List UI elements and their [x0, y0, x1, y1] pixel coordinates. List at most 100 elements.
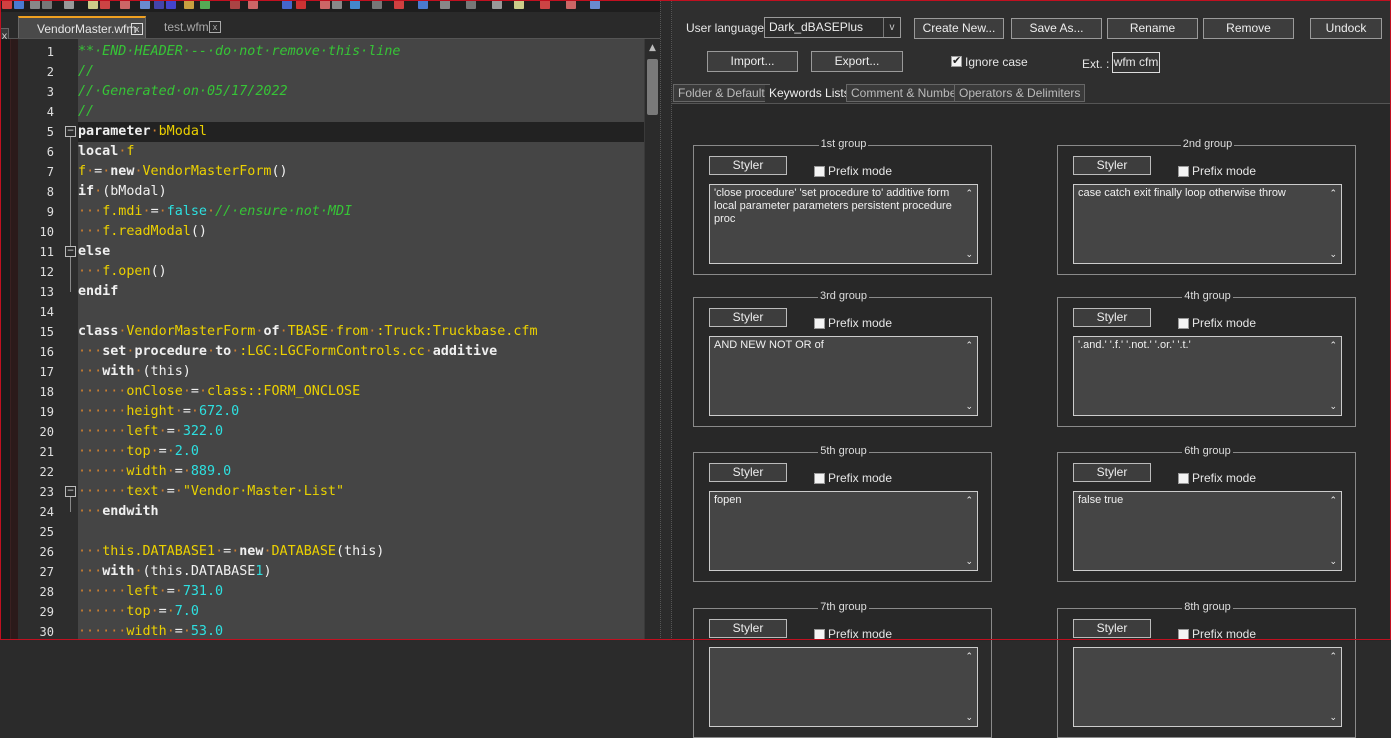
code-line[interactable]: ···with·(this) [78, 362, 644, 382]
toolbar-button-icon[interactable] [14, 0, 24, 9]
create-new-button[interactable]: Create New... [914, 18, 1004, 39]
toolbar-button-icon[interactable] [2, 0, 12, 9]
prefix-mode-checkbox[interactable] [1178, 166, 1189, 177]
code-line[interactable]: ······height·=·672.0 [78, 402, 644, 422]
code-line[interactable]: ······text·=·"Vendor·Master·List" [78, 482, 644, 502]
scroll-down-icon[interactable]: ⌄ [965, 711, 973, 724]
toolbar-button-icon[interactable] [332, 0, 342, 9]
keywords-textarea[interactable]: case catch exit finally loop otherwise t… [1073, 184, 1342, 264]
code-line[interactable]: ···endwith [78, 502, 644, 522]
keywords-textarea[interactable]: ⌃ ⌄ [709, 647, 978, 727]
scroll-down-icon[interactable]: ⌄ [965, 248, 973, 261]
code-line[interactable]: ···f.mdi·=·false·//·ensure·not·MDI [78, 202, 644, 222]
save-as-button[interactable]: Save As... [1011, 18, 1102, 39]
code-line[interactable]: //·Generated·on·05/17/2022 [78, 82, 644, 102]
styler-button[interactable]: Styler [709, 308, 787, 327]
code-line[interactable] [78, 522, 644, 542]
toolbar-button-icon[interactable] [296, 0, 306, 9]
scroll-down-icon[interactable]: ⌄ [1329, 555, 1337, 568]
styler-button[interactable]: Styler [1073, 619, 1151, 638]
prefix-mode-checkbox[interactable] [1178, 629, 1189, 640]
toolbar-button-icon[interactable] [350, 0, 360, 9]
code-line[interactable]: else [78, 242, 644, 262]
code-line[interactable]: parameter·bModal [78, 122, 644, 142]
remove-button[interactable]: Remove [1203, 18, 1294, 39]
code-line[interactable]: local·f [78, 142, 644, 162]
scroll-up-icon[interactable]: ⌃ [965, 339, 973, 352]
code-line[interactable]: ······top·=·7.0 [78, 602, 644, 622]
scroll-up-icon[interactable]: ⌃ [1329, 494, 1337, 507]
prefix-mode-checkbox[interactable] [1178, 318, 1189, 329]
code-line[interactable]: endif [78, 282, 644, 302]
scroll-up-icon[interactable]: ⌃ [1329, 187, 1337, 200]
vertical-scrollbar[interactable]: ▲ [644, 39, 661, 640]
keywords-textarea[interactable]: 'close procedure' 'set procedure to' add… [709, 184, 978, 264]
toolbar-button-icon[interactable] [140, 0, 150, 9]
toolbar-button-icon[interactable] [166, 0, 176, 9]
keywords-textarea[interactable]: ⌃ ⌄ [1073, 647, 1342, 727]
code-line[interactable]: // [78, 62, 644, 82]
styler-button[interactable]: Styler [709, 463, 787, 482]
scroll-down-icon[interactable]: ⌄ [965, 555, 973, 568]
toolbar-button-icon[interactable] [88, 0, 98, 9]
tab-close-icon[interactable]: x [131, 23, 143, 35]
code-line[interactable]: **·END·HEADER·--·do·not·remove·this·line [78, 42, 644, 62]
toolbar-button-icon[interactable] [540, 0, 550, 9]
code-line[interactable]: ···set·procedure·to·:LGC:LGCFormControls… [78, 342, 644, 362]
code-line[interactable]: ······onClose·=·class::FORM_ONCLOSE [78, 382, 644, 402]
toolbar-button-icon[interactable] [154, 0, 164, 9]
scroll-thumb[interactable] [647, 59, 658, 115]
toolbar-button-icon[interactable] [42, 0, 52, 9]
toolbar-button-icon[interactable] [184, 0, 194, 9]
toolbar-button-icon[interactable] [248, 0, 258, 9]
toolbar-button-icon[interactable] [230, 0, 240, 9]
toolbar-button-icon[interactable] [394, 0, 404, 9]
scroll-up-icon[interactable]: ⌃ [965, 494, 973, 507]
code-line[interactable]: ······left·=·731.0 [78, 582, 644, 602]
toolbar-button-icon[interactable] [200, 0, 210, 9]
code-line[interactable]: ···this.DATABASE1·=·new·DATABASE(this) [78, 542, 644, 562]
styler-button[interactable]: Styler [709, 156, 787, 175]
toolbar-button-icon[interactable] [64, 0, 74, 9]
user-language-select[interactable]: Dark_dBASEPlus v [764, 17, 901, 38]
toolbar-button-icon[interactable] [320, 0, 330, 9]
scroll-up-icon[interactable]: ⌃ [1329, 650, 1337, 663]
toolbar-button-icon[interactable] [30, 0, 40, 9]
fold-toggle-icon[interactable]: − [65, 486, 76, 497]
scroll-up-icon[interactable]: ⌃ [1329, 339, 1337, 352]
code-line[interactable]: ······width·=·53.0 [78, 622, 644, 640]
code-line[interactable]: ······left·=·322.0 [78, 422, 644, 442]
prefix-mode-checkbox[interactable] [1178, 473, 1189, 484]
code-line[interactable]: ···f.open() [78, 262, 644, 282]
toolbar-button-icon[interactable] [120, 0, 130, 9]
scroll-up-icon[interactable]: ⌃ [965, 187, 973, 200]
fold-toggle-icon[interactable]: − [65, 246, 76, 257]
prefix-mode-checkbox[interactable] [814, 166, 825, 177]
toolbar-button-icon[interactable] [514, 0, 524, 9]
code-line[interactable]: ···f.readModal() [78, 222, 644, 242]
toolbar-button-icon[interactable] [440, 0, 450, 9]
toolbar-button-icon[interactable] [372, 0, 382, 9]
export-button[interactable]: Export... [811, 51, 903, 72]
chevron-down-icon[interactable]: v [883, 18, 900, 37]
import-button[interactable]: Import... [707, 51, 798, 72]
styler-button[interactable]: Styler [1073, 156, 1151, 175]
keywords-textarea[interactable]: '.and.' '.f.' '.not.' '.or.' '.t.' ⌃ ⌄ [1073, 336, 1342, 416]
ext-field[interactable]: wfm cfm [1112, 52, 1160, 73]
tab-folder-default[interactable]: Folder & Default [673, 84, 770, 102]
rename-button[interactable]: Rename [1107, 18, 1198, 39]
fold-toggle-icon[interactable]: − [65, 126, 76, 137]
scroll-up-icon[interactable]: ⌃ [965, 650, 973, 663]
code-line[interactable]: ······width·=·889.0 [78, 462, 644, 482]
tab-close-icon[interactable]: x [209, 21, 221, 33]
tab-test[interactable]: test.wfm x [150, 16, 230, 38]
tab-vendormaster[interactable]: VendorMaster.wfm x [18, 16, 146, 38]
scroll-down-icon[interactable]: ⌄ [965, 400, 973, 413]
toolbar-button-icon[interactable] [418, 0, 428, 9]
toolbar-button-icon[interactable] [100, 0, 110, 9]
keywords-textarea[interactable]: fopen ⌃ ⌄ [709, 491, 978, 571]
keywords-textarea[interactable]: false true ⌃ ⌄ [1073, 491, 1342, 571]
styler-button[interactable]: Styler [1073, 308, 1151, 327]
scroll-up-icon[interactable]: ▲ [649, 43, 656, 53]
ignore-case-checkbox[interactable]: ✔ [951, 55, 962, 67]
